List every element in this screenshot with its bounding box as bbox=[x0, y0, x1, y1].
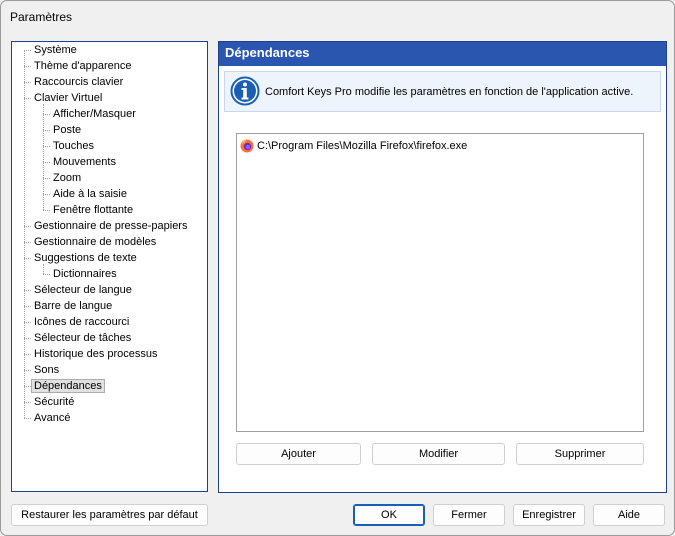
tree-item-label: Gestionnaire de modèles bbox=[34, 236, 157, 248]
tree-connector bbox=[43, 264, 44, 274]
tree-item[interactable]: Sélecteur de langue bbox=[32, 282, 134, 298]
tree-item[interactable]: Système bbox=[32, 42, 79, 58]
tree-item-label: Barre de langue bbox=[34, 300, 113, 312]
tree-item[interactable]: Afficher/Masquer bbox=[51, 106, 138, 122]
tree-item-label: Touches bbox=[53, 140, 94, 152]
tree-item[interactable]: Historique des processus bbox=[32, 346, 160, 362]
tree-item-label: Zoom bbox=[53, 172, 82, 184]
tree-item-label: Mouvements bbox=[53, 156, 116, 168]
delete-button[interactable]: Supprimer bbox=[516, 443, 644, 465]
tree-item-label: Sélecteur de tâches bbox=[34, 332, 132, 344]
tree-item-label: Sécurité bbox=[34, 396, 75, 408]
tree-item-label: Afficher/Masquer bbox=[53, 108, 136, 120]
ok-button[interactable]: OK bbox=[353, 504, 425, 526]
tree-connector bbox=[24, 322, 31, 323]
tree-item-label: Système bbox=[34, 44, 77, 56]
tree-item-label: Fenêtre flottante bbox=[53, 204, 134, 216]
tree-item-label: Dépendances bbox=[31, 379, 105, 393]
tree-connector bbox=[43, 104, 44, 210]
tree-connector bbox=[24, 226, 31, 227]
firefox-icon bbox=[240, 139, 254, 153]
help-button[interactable]: Aide bbox=[593, 504, 665, 526]
info-box: Comfort Keys Pro modifie les paramètres … bbox=[224, 71, 661, 112]
tree-item[interactable]: Mouvements bbox=[51, 154, 118, 170]
settings-tree[interactable]: Système Thème d'apparence Raccourcis clavi… bbox=[11, 41, 208, 492]
tree-connector bbox=[24, 386, 31, 387]
tree-item-label: Suggestions de texte bbox=[34, 252, 137, 264]
panel-header: Dépendances bbox=[219, 42, 666, 66]
tree-connector bbox=[43, 146, 50, 147]
tree-connector bbox=[43, 114, 50, 115]
list-item[interactable]: C:\Program Files\Mozilla Firefox\firefox… bbox=[240, 138, 467, 154]
tree-connector bbox=[24, 258, 31, 259]
tree-connector bbox=[24, 338, 31, 339]
tree-item[interactable]: Dictionnaires bbox=[51, 266, 119, 282]
tree-item[interactable]: Dépendances bbox=[31, 378, 105, 394]
tree-item-label: Historique des processus bbox=[34, 348, 158, 360]
tree-connector bbox=[43, 130, 50, 131]
tree-connector bbox=[24, 50, 31, 51]
settings-window: Paramètres Système Thème d'apparence Racco… bbox=[0, 0, 675, 536]
info-icon bbox=[230, 76, 260, 106]
tree-item-label: Raccourcis clavier bbox=[34, 76, 124, 88]
tree-item[interactable]: Suggestions de texte bbox=[32, 250, 139, 266]
tree-item[interactable]: Touches bbox=[51, 138, 96, 154]
tree-connector bbox=[43, 178, 50, 179]
tree-item[interactable]: Thème d'apparence bbox=[32, 58, 134, 74]
tree-connector bbox=[24, 306, 31, 307]
tree-connector bbox=[43, 162, 50, 163]
tree-connector bbox=[43, 274, 50, 275]
tree-item-label: Poste bbox=[53, 124, 82, 136]
tree-connector bbox=[24, 370, 31, 371]
tree-item[interactable]: Zoom bbox=[51, 170, 83, 186]
tree-connector bbox=[24, 354, 31, 355]
tree-connector bbox=[24, 50, 25, 418]
tree-connector bbox=[24, 98, 31, 99]
tree-connector bbox=[24, 66, 31, 67]
tree-item-label: Sélecteur de langue bbox=[34, 284, 132, 296]
info-text: Comfort Keys Pro modifie les paramètres … bbox=[265, 86, 634, 98]
tree-item-label: Clavier Virtuel bbox=[34, 92, 103, 104]
tree-item[interactable]: Fenêtre flottante bbox=[51, 202, 135, 218]
tree-item-label: Aide à la saisie bbox=[53, 188, 127, 200]
tree-connector bbox=[43, 194, 50, 195]
tree-item[interactable]: Avancé bbox=[32, 410, 73, 426]
tree-connector bbox=[24, 290, 31, 291]
tree-item-label: Icônes de raccourci bbox=[34, 316, 130, 328]
close-button[interactable]: Fermer bbox=[433, 504, 505, 526]
tree-connector bbox=[24, 242, 31, 243]
tree-item-label: Avancé bbox=[34, 412, 71, 424]
tree-item[interactable]: Sécurité bbox=[32, 394, 76, 410]
list-item-path: C:\Program Files\Mozilla Firefox\firefox… bbox=[257, 140, 468, 152]
tree-item[interactable]: Icônes de raccourci bbox=[32, 314, 131, 330]
tree-item[interactable]: Barre de langue bbox=[32, 298, 114, 314]
edit-button[interactable]: Modifier bbox=[372, 443, 505, 465]
restore-defaults-button[interactable]: Restaurer les paramètres par défaut bbox=[11, 504, 208, 526]
tree-connector bbox=[43, 210, 50, 211]
window-title: Paramètres bbox=[10, 10, 73, 24]
tree-item[interactable]: Poste bbox=[51, 122, 83, 138]
tree-item-label: Thème d'apparence bbox=[34, 60, 132, 72]
tree-item[interactable]: Gestionnaire de modèles bbox=[32, 234, 158, 250]
tree-item-label: Dictionnaires bbox=[53, 268, 117, 280]
tree-item[interactable]: Aide à la saisie bbox=[51, 186, 129, 202]
tree-connector bbox=[24, 82, 31, 83]
dependencies-panel: Dépendances Comfort Keys Pro modifie les… bbox=[218, 41, 667, 493]
tree-item[interactable]: Sons bbox=[32, 362, 61, 378]
add-button[interactable]: Ajouter bbox=[236, 443, 361, 465]
tree-item-label: Sons bbox=[34, 364, 60, 376]
save-button[interactable]: Enregistrer bbox=[513, 504, 585, 526]
dependencies-list[interactable]: C:\Program Files\Mozilla Firefox\firefox… bbox=[236, 133, 644, 432]
tree-item[interactable]: Raccourcis clavier bbox=[32, 74, 125, 90]
tree-connector bbox=[24, 418, 31, 419]
tree-item[interactable]: Gestionnaire de presse-papiers bbox=[32, 218, 189, 234]
tree-item-label: Gestionnaire de presse-papiers bbox=[34, 220, 188, 232]
tree-item[interactable]: Sélecteur de tâches bbox=[32, 330, 133, 346]
tree-connector bbox=[24, 402, 31, 403]
